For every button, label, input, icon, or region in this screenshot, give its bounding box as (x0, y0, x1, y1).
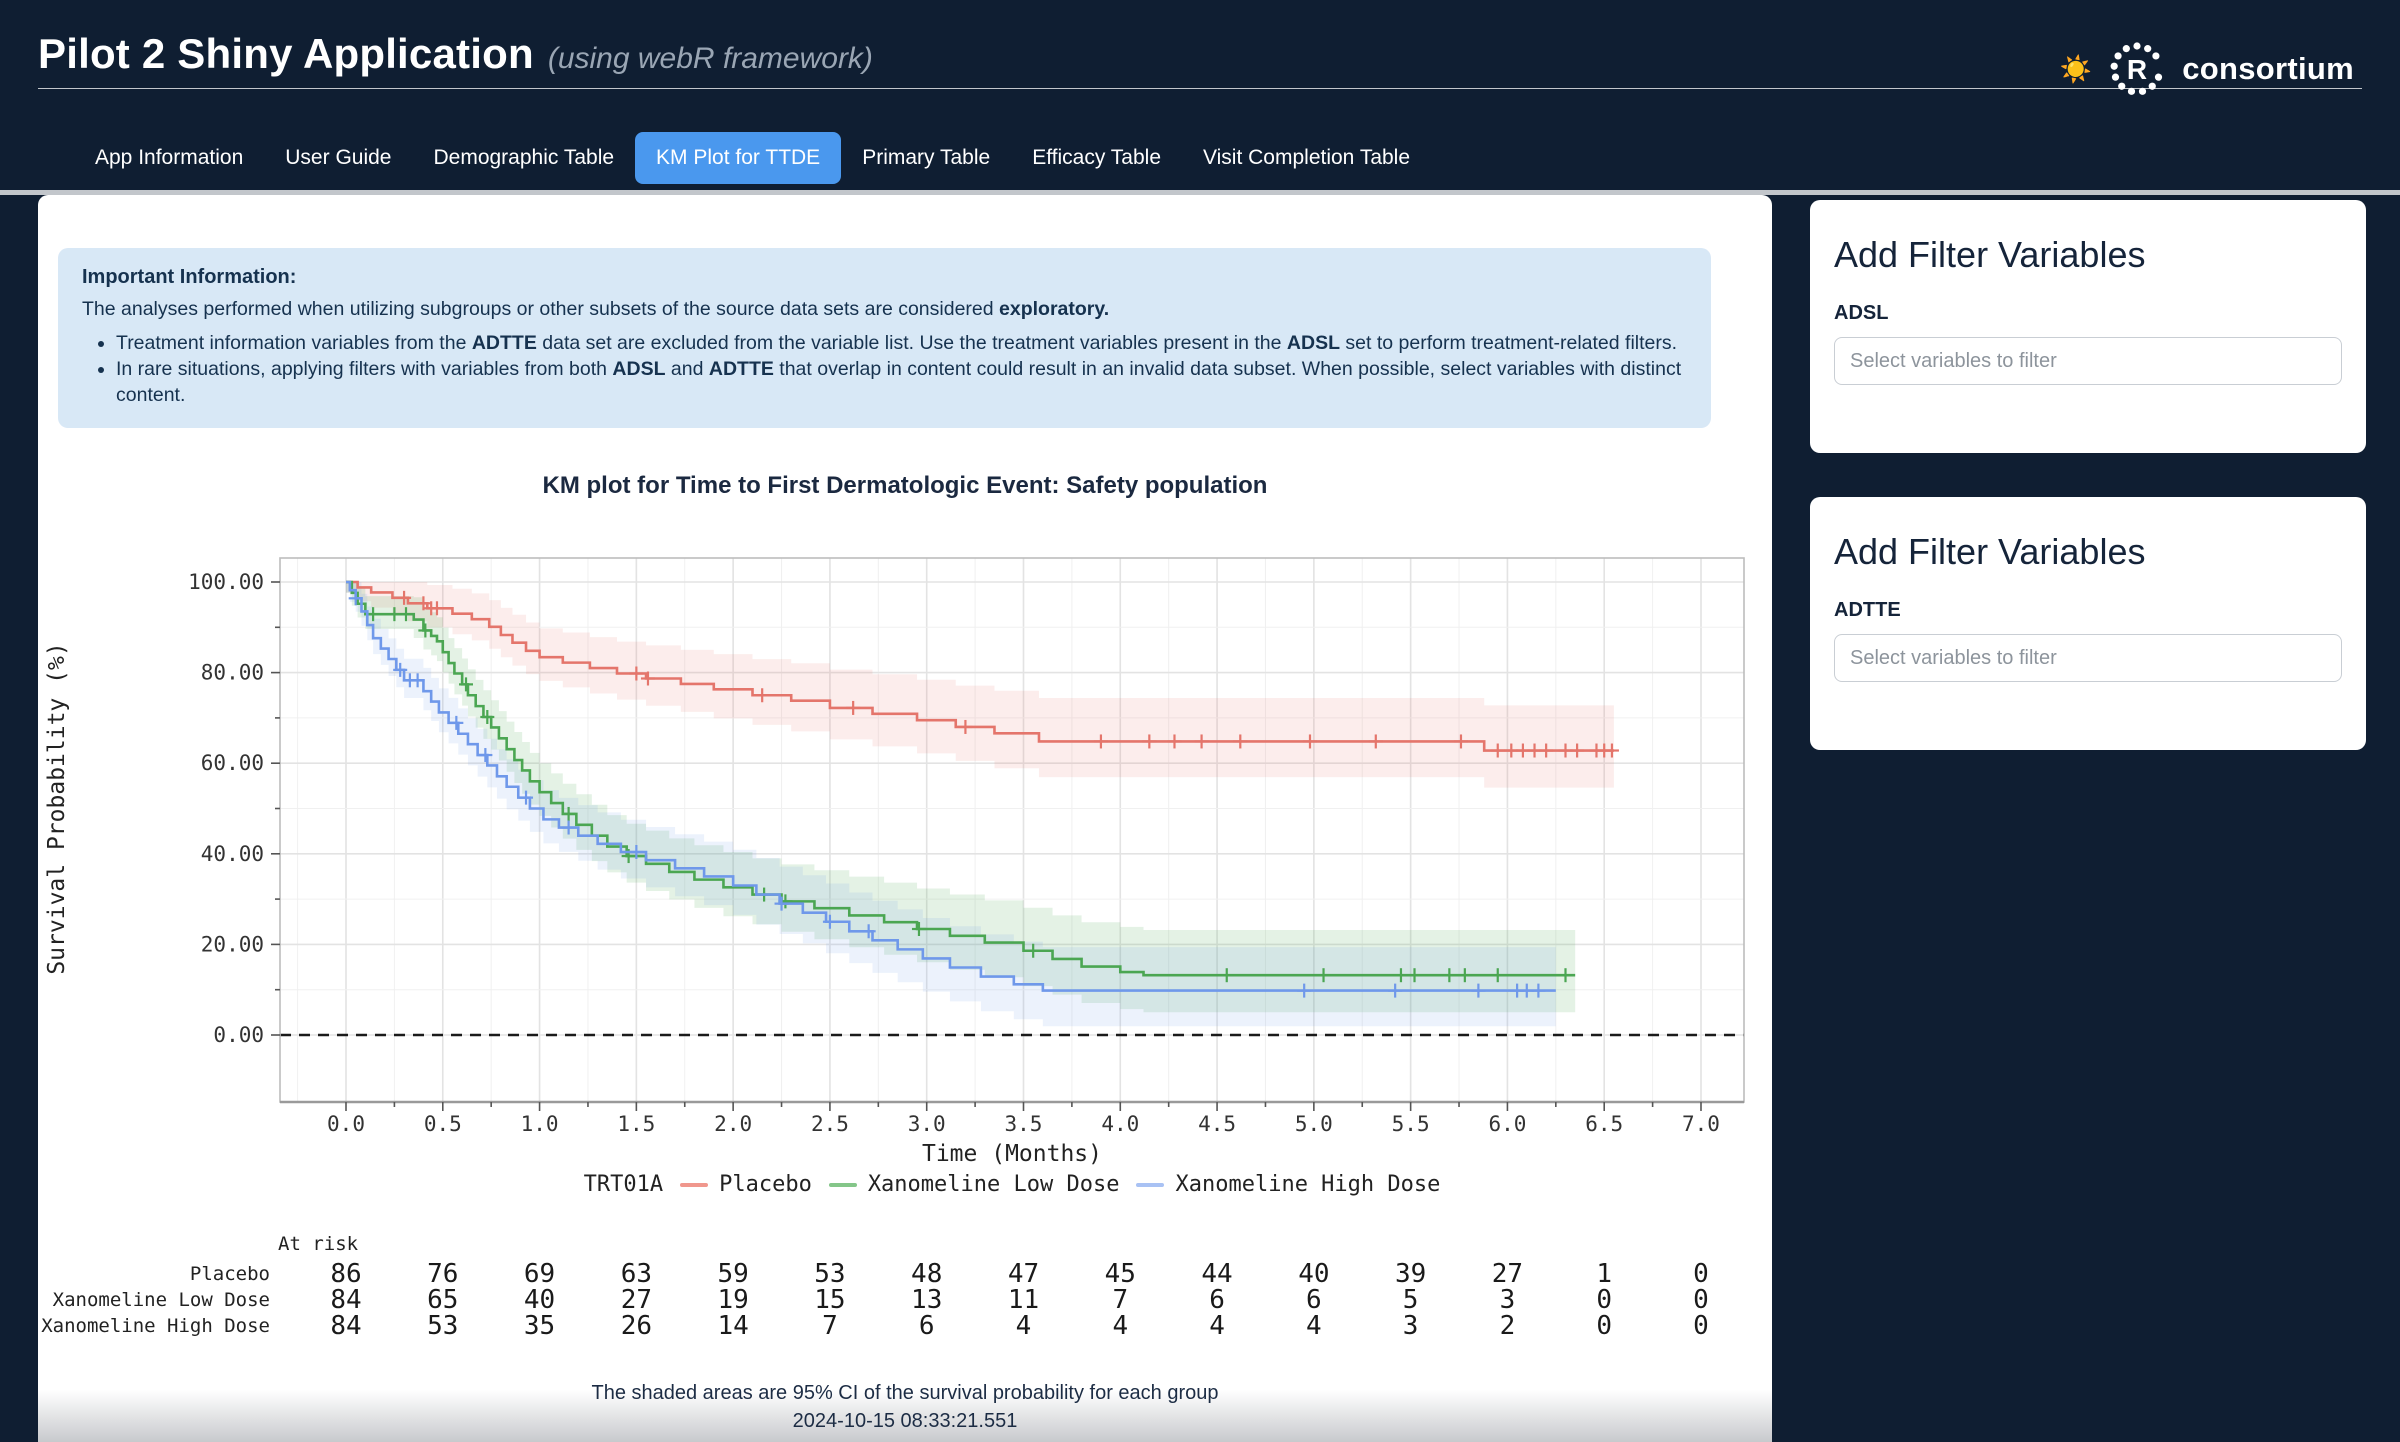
filter-card-adsl: Add Filter Variables ADSL (1810, 200, 2366, 453)
filter-dataset-label-adtte: ADTTE (1834, 599, 2342, 622)
alert-intro-text: The analyses performed when utilizing su… (82, 297, 1687, 322)
nav-tab-bar: App InformationUser GuideDemographic Tab… (74, 132, 1431, 184)
ci-footnote: The shaded areas are 95% CI of the survi… (38, 1382, 1772, 1405)
filter-dataset-label-adsl: ADSL (1834, 302, 2342, 325)
text-segment: In rare situations, applying filters wit… (116, 358, 612, 380)
text-segment: set to perform treatment-related filters… (1340, 332, 1677, 354)
tab-km-plot-for-ttde[interactable]: KM Plot for TTDE (635, 132, 841, 184)
legend-swatch-icon (829, 1183, 857, 1187)
text-segment: ADTTE (472, 332, 537, 354)
text-segment: The analyses performed when utilizing su… (82, 298, 999, 320)
legend-title: TRT01A (584, 1172, 663, 1197)
tab-primary-table[interactable]: Primary Table (841, 132, 1011, 184)
legend-item-xanomeline-low-dose: Xanomeline Low Dose (829, 1172, 1120, 1197)
sun-icon: ☀️ (2060, 56, 2092, 82)
alert-bullet: Treatment information variables from the… (116, 330, 1687, 356)
legend-swatch-icon (680, 1183, 708, 1187)
important-information-alert: Important Information: The analyses perf… (58, 248, 1711, 428)
km-plot-title: KM plot for Time to First Dermatologic E… (38, 472, 1772, 500)
r-consortium-logo-icon: R (2108, 40, 2166, 98)
app-subtitle: (using webR framework) (548, 42, 873, 76)
filter-card-adtte: Add Filter Variables ADTTE (1810, 497, 2366, 750)
text-segment: ADSL (612, 358, 665, 380)
text-segment: and (666, 358, 709, 380)
text-segment: ADTTE (709, 358, 774, 380)
svg-text:R: R (2127, 54, 2147, 85)
timestamp-footnote: 2024-10-15 08:33:21.551 (38, 1410, 1772, 1433)
text-segment: ADSL (1287, 332, 1340, 354)
tab-efficacy-table[interactable]: Efficacy Table (1011, 132, 1182, 184)
km-plot-legend: TRT01A Placebo Xanomeline Low Dose Xanomeli… (280, 1172, 1744, 1197)
tab-demographic-table[interactable]: Demographic Table (412, 132, 635, 184)
app-header: Pilot 2 Shiny Application (using webR fr… (38, 30, 873, 78)
legend-label: Xanomeline Low Dose (868, 1172, 1120, 1197)
text-segment: Treatment information variables from the (116, 332, 472, 354)
tab-app-information[interactable]: App Information (74, 132, 264, 184)
alert-bullet-list: Treatment information variables from the… (82, 330, 1687, 408)
legend-label: Xanomeline High Dose (1175, 1172, 1440, 1197)
text-segment: data set are excluded from the variable … (537, 332, 1287, 354)
app-title: Pilot 2 Shiny Application (38, 30, 534, 78)
text-segment: exploratory. (999, 298, 1109, 320)
adtte-filter-variables-input[interactable] (1834, 634, 2342, 682)
alert-bullet: In rare situations, applying filters wit… (116, 356, 1687, 408)
header-brand: ☀️ R consortium (2060, 40, 2354, 98)
tab-visit-completion-table[interactable]: Visit Completion Table (1182, 132, 1431, 184)
legend-label: Placebo (719, 1172, 812, 1197)
logo-wordmark: consortium (2182, 51, 2354, 87)
adsl-filter-variables-input[interactable] (1834, 337, 2342, 385)
legend-item-placebo: Placebo (680, 1172, 812, 1197)
alert-heading: Important Information: (82, 266, 1687, 289)
filter-card-heading: Add Filter Variables (1834, 234, 2342, 276)
header-divider (38, 88, 2362, 89)
legend-item-xanomeline-high-dose: Xanomeline High Dose (1136, 1172, 1440, 1197)
tab-user-guide[interactable]: User Guide (264, 132, 412, 184)
legend-swatch-icon (1136, 1183, 1164, 1187)
filter-card-heading: Add Filter Variables (1834, 531, 2342, 573)
